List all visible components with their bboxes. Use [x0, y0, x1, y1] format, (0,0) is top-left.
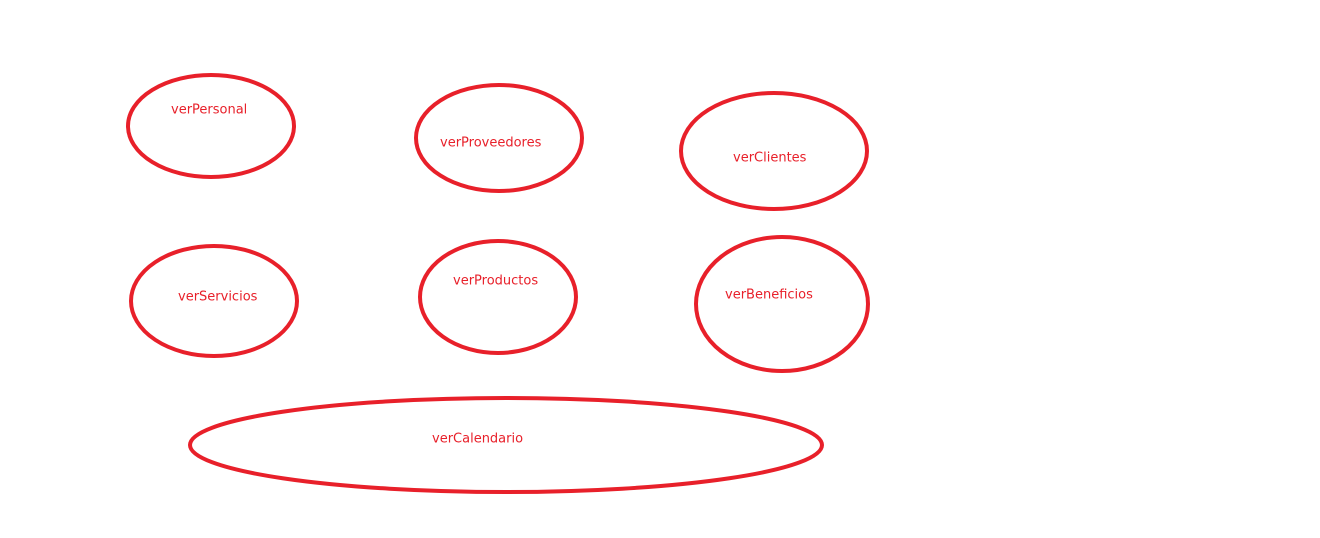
- label-verClientes: verClientes: [733, 151, 807, 166]
- ellipse-verBeneficios: [694, 235, 870, 373]
- label-verCalendario: verCalendario: [432, 432, 523, 447]
- label-verProductos: verProductos: [453, 274, 538, 289]
- label-verPersonal: verPersonal: [171, 103, 247, 118]
- diagram-canvas: verPersonal verProveedores verClientes v…: [126, 73, 870, 494]
- node-verCalendario: verCalendario: [188, 396, 824, 494]
- ellipse-verProductos: [418, 239, 578, 355]
- node-verClientes: verClientes: [679, 91, 869, 211]
- label-verProveedores: verProveedores: [440, 136, 542, 151]
- node-verProveedores: verProveedores: [414, 83, 584, 193]
- node-verProductos: verProductos: [418, 239, 578, 355]
- label-verServicios: verServicios: [178, 290, 258, 305]
- ellipse-verPersonal: [126, 73, 296, 179]
- node-verServicios: verServicios: [129, 244, 299, 358]
- label-verBeneficios: verBeneficios: [725, 288, 813, 303]
- node-verPersonal: verPersonal: [126, 73, 296, 179]
- node-verBeneficios: verBeneficios: [694, 235, 870, 373]
